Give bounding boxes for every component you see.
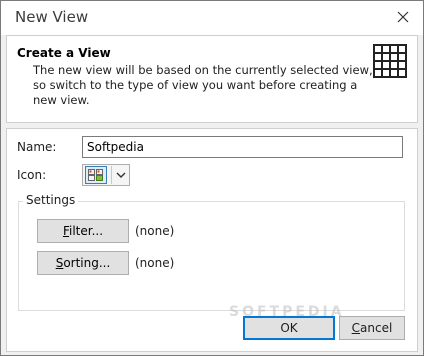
name-label: Name:: [17, 140, 57, 154]
cancel-button[interactable]: Cancel: [339, 316, 405, 340]
filter-button[interactable]: Filter...: [37, 219, 129, 243]
settings-label: Settings: [23, 193, 79, 207]
chevron-down-icon: [115, 169, 127, 181]
name-input[interactable]: [82, 136, 403, 158]
icon-label: Icon:: [17, 168, 47, 182]
filter-button-label: ilter...: [69, 224, 104, 238]
header-description: The new view will be based on the curren…: [33, 63, 373, 107]
softpedia-watermark: SOFTPEDIA: [229, 304, 345, 320]
window-title: New View: [15, 8, 89, 26]
filter-value: (none): [135, 224, 175, 238]
dropdown-separator: [111, 166, 112, 184]
cancel-mnemonic: C: [351, 321, 361, 335]
icon-picker-dropdown[interactable]: [82, 164, 130, 186]
header-panel: Create a View The new view will be based…: [6, 35, 418, 123]
settings-group: Settings Filter... (none) Sorting... (no…: [18, 193, 405, 311]
sorting-button[interactable]: Sorting...: [37, 251, 129, 275]
close-icon: [397, 11, 409, 23]
title-bar: New View: [1, 1, 423, 35]
sorting-value: (none): [135, 256, 175, 270]
sorting-button-label: orting...: [63, 256, 111, 270]
new-view-dialog: New View Create a View The new view will…: [0, 0, 424, 356]
header-title: Create a View: [17, 46, 111, 60]
form-panel: Name: Icon: Settings: [6, 128, 418, 352]
close-button[interactable]: [395, 9, 411, 25]
card-view-icon: [85, 166, 107, 184]
grid-view-icon: [373, 44, 407, 78]
cancel-button-label: ancel: [360, 321, 393, 335]
